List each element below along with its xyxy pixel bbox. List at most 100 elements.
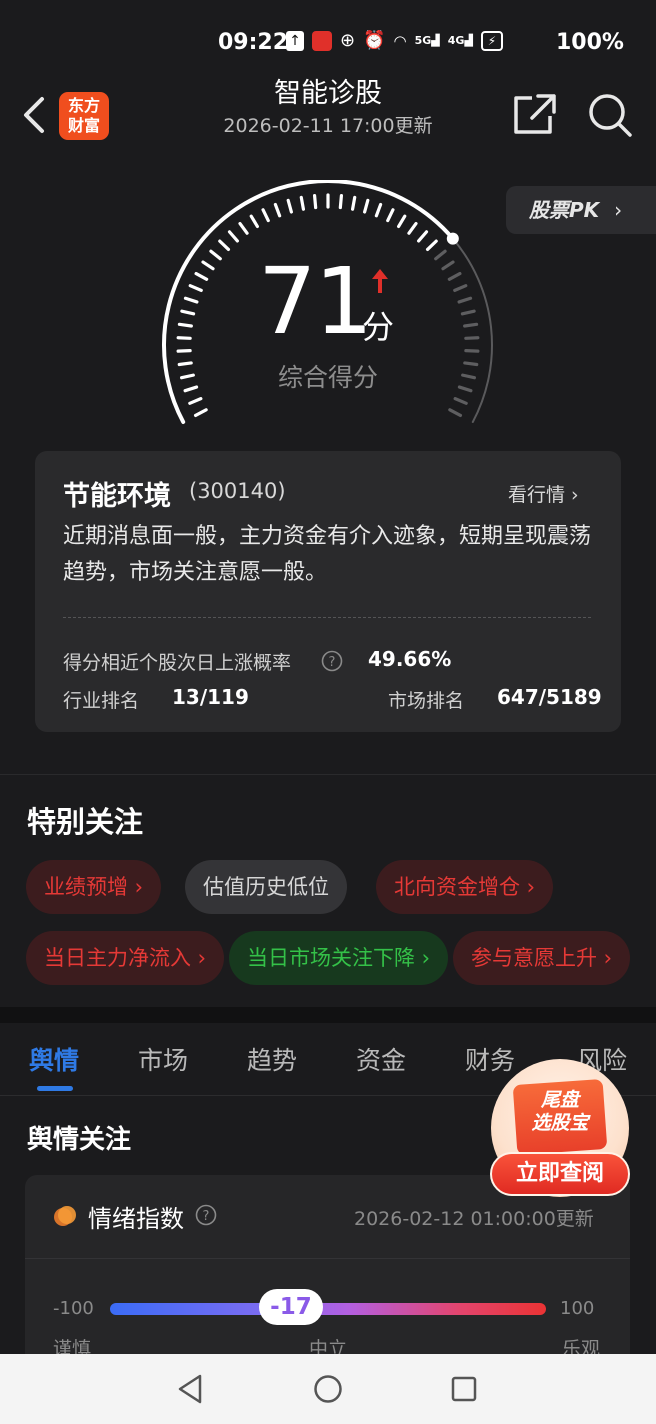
chevron-right-icon: ›: [191, 946, 207, 970]
gauge-tick: [286, 198, 293, 214]
promo-line1: 尾盘: [540, 1089, 579, 1111]
gauge-tick: [460, 309, 476, 316]
gauge-tick: [464, 336, 480, 340]
sentiment-bar: [110, 1303, 546, 1315]
special-attention-title: 特别关注: [27, 805, 144, 839]
gauge-tick: [386, 208, 395, 223]
gauge-tick: [201, 260, 215, 271]
status-icons: ↑ ⊕ ⏰ ◠ 5G▟ 4G▟ ⚡: [286, 30, 503, 51]
special-tag[interactable]: 当日市场关注下降 ›: [229, 931, 449, 985]
market-rank-value: 647/5189: [497, 685, 602, 709]
gauge-tick: [193, 408, 208, 418]
gauge-tick: [447, 271, 462, 281]
gauge-tick: [407, 221, 418, 235]
stock-description: 近期消息面一般，主力资金有介入迹象，短期呈现震荡趋势，市场关注意愿一般。: [63, 524, 592, 585]
share-icon[interactable]: [510, 92, 558, 138]
trend-up-icon: [372, 269, 388, 293]
gauge-tick: [194, 271, 209, 281]
sentiment-section-title: 舆情关注: [27, 1125, 132, 1155]
stock-pk-label: 股票PK: [529, 198, 600, 222]
gauge-tick: [434, 249, 447, 261]
nav-recent-icon[interactable]: [450, 1375, 478, 1403]
chevron-right-icon: ›: [415, 946, 431, 970]
stock-name: 节能环境: [63, 481, 171, 512]
5g-signal-icon: 5G▟: [414, 34, 440, 47]
gauge-tick: [209, 249, 222, 261]
gauge-tick: [374, 202, 383, 218]
gauge-tick: [448, 408, 463, 418]
gauge-tick: [425, 239, 438, 252]
gauge-tick: [183, 296, 199, 304]
status-time: 09:22: [218, 30, 289, 55]
active-tab-indicator: [37, 1086, 73, 1091]
nfc-icon: ⊕: [340, 30, 356, 51]
special-tag-label: 北向资金增仓: [394, 875, 520, 899]
card-divider: [63, 617, 591, 618]
battery-level: 100%: [556, 30, 624, 55]
gauge-tick: [238, 221, 249, 235]
gauge-tick: [338, 194, 344, 210]
special-tag[interactable]: 参与意愿上升 ›: [453, 931, 631, 985]
section-divider: [0, 774, 656, 775]
gauge-tick: [227, 230, 239, 243]
promo-line2: 选股宝: [531, 1112, 589, 1134]
tab-item[interactable]: 资金: [356, 1041, 406, 1077]
gauge-tick: [218, 239, 231, 252]
special-tag[interactable]: 业绩预增 ›: [26, 860, 162, 914]
gauge-tick: [453, 284, 468, 293]
app-notification-icon: [312, 30, 332, 51]
special-tag[interactable]: 估值历史低位: [185, 860, 347, 914]
special-tag[interactable]: 北向资金增仓 ›: [376, 860, 554, 914]
tab-item[interactable]: 趋势: [247, 1041, 297, 1077]
score-label: 综合得分: [277, 363, 378, 392]
special-tag[interactable]: 当日主力净流入 ›: [26, 931, 225, 985]
gauge-tick: [312, 194, 318, 210]
sentiment-index-title: 情绪指数: [88, 1205, 184, 1233]
score-value: 71: [258, 248, 373, 355]
special-tag-label: 业绩预增: [44, 875, 128, 899]
industry-rank-value: 13/119: [172, 685, 249, 709]
gauge-tick: [177, 322, 193, 328]
rise-probability-label: 得分相近个股次日上涨概率: [63, 652, 292, 674]
tab-item[interactable]: 市场: [138, 1041, 188, 1077]
sentiment-marker: -17: [258, 1289, 323, 1325]
special-tag-label: 估值历史低位: [203, 875, 329, 899]
view-quote-link[interactable]: 看行情 ›: [508, 480, 579, 507]
help-icon[interactable]: ?: [195, 1204, 217, 1226]
sentiment-min: -100: [53, 1298, 94, 1319]
chevron-right-icon: ›: [614, 198, 623, 222]
gauge-tick: [441, 260, 455, 271]
chevron-right-icon: ›: [128, 875, 144, 899]
wifi-icon: ◠: [393, 31, 407, 50]
special-tag-label: 参与意愿上升: [471, 946, 597, 970]
view-quote-label: 看行情: [508, 484, 566, 506]
upload-icon: ↑: [286, 30, 304, 51]
stock-pk-button[interactable]: 股票PK ›: [506, 186, 656, 234]
gauge-knob: [446, 232, 459, 245]
alarm-icon: ⏰: [363, 30, 386, 51]
special-tag-label: 当日主力净流入: [44, 946, 191, 970]
sentiment-max: 100: [560, 1298, 595, 1319]
search-icon[interactable]: [586, 92, 634, 138]
tab-item[interactable]: 舆情: [29, 1041, 79, 1077]
nav-back-icon[interactable]: [176, 1373, 206, 1405]
special-tag-label: 当日市场关注下降: [247, 946, 415, 970]
nav-home-icon[interactable]: [313, 1374, 343, 1404]
battery-icon: ⚡: [480, 30, 503, 51]
help-icon[interactable]: ?: [321, 650, 343, 672]
mood-icon: [54, 1206, 76, 1226]
gauge-tick: [363, 198, 370, 214]
gauge-tick: [417, 230, 429, 243]
card-divider: [25, 1258, 630, 1259]
svg-text:?: ?: [329, 655, 336, 670]
gauge-tick: [180, 309, 196, 316]
gauge-tick: [188, 397, 203, 405]
gauge-tick: [397, 214, 407, 229]
gauge-tick: [453, 397, 468, 405]
gauge-tick: [463, 322, 479, 328]
score-unit: 分: [362, 308, 395, 346]
promo-button[interactable]: 立即查阅: [490, 1152, 630, 1196]
market-rank-label: 市场排名: [388, 690, 465, 712]
gauge-tick: [457, 296, 473, 304]
stock-code: (300140): [189, 479, 286, 503]
